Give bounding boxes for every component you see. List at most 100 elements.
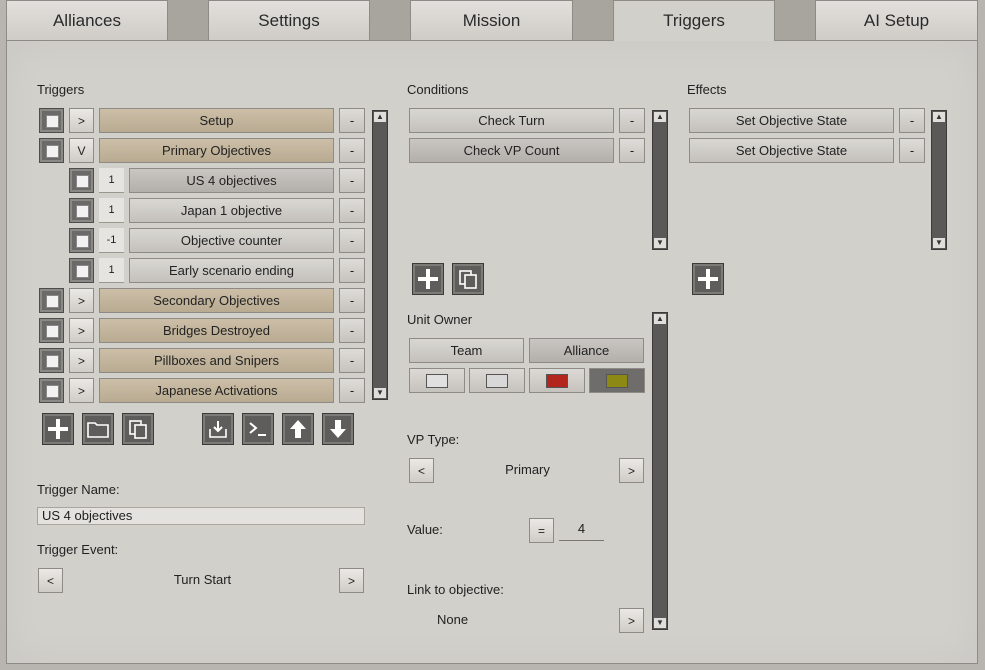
- condition-item[interactable]: Check Turn: [409, 108, 614, 133]
- import-icon: [209, 421, 227, 438]
- trigger-enable-checkbox[interactable]: [69, 258, 94, 283]
- triggers-header: Triggers: [37, 82, 85, 97]
- conditions-scrollbar[interactable]: ▲ ▼: [652, 110, 668, 250]
- trigger-enable-checkbox[interactable]: [69, 168, 94, 193]
- event-next-button[interactable]: >: [339, 568, 364, 593]
- condition-item-selected[interactable]: Check VP Count: [409, 138, 614, 163]
- trigger-event-value: Turn Start: [173, 572, 232, 587]
- terminal-icon: [249, 422, 266, 436]
- trigger-item[interactable]: Pillboxes and Snipers: [99, 348, 334, 373]
- console-button[interactable]: [242, 413, 274, 445]
- trigger-enable-checkbox[interactable]: [39, 138, 64, 163]
- trigger-enable-checkbox[interactable]: [39, 348, 64, 373]
- trigger-remove-button[interactable]: -: [339, 138, 365, 163]
- effects-scrollbar[interactable]: ▲ ▼: [931, 110, 947, 250]
- tab-settings[interactable]: Settings: [208, 0, 370, 40]
- scroll-up-arrow-icon[interactable]: ▲: [374, 112, 386, 122]
- import-button[interactable]: [202, 413, 234, 445]
- trigger-expand-button[interactable]: >: [69, 108, 94, 133]
- trigger-remove-button[interactable]: -: [339, 108, 365, 133]
- add-effect-button[interactable]: [692, 263, 724, 295]
- owner-alliance-button[interactable]: Alliance: [529, 338, 644, 363]
- trigger-name-field[interactable]: US 4 objectives: [37, 507, 365, 525]
- value-field[interactable]: 4: [559, 516, 604, 541]
- copy-icon: [459, 270, 477, 289]
- trigger-item[interactable]: Objective counter: [129, 228, 334, 253]
- scroll-up-arrow-icon[interactable]: ▲: [654, 314, 666, 324]
- copy-condition-button[interactable]: [452, 263, 484, 295]
- scroll-up-arrow-icon[interactable]: ▲: [654, 112, 666, 122]
- trigger-enable-checkbox[interactable]: [39, 288, 64, 313]
- color-swatch: [486, 373, 508, 388]
- color-swatch: [426, 373, 448, 388]
- trigger-remove-button[interactable]: -: [339, 228, 365, 253]
- tab-triggers[interactable]: Triggers: [613, 0, 775, 41]
- copy-icon: [129, 420, 147, 439]
- trigger-expand-button[interactable]: >: [69, 348, 94, 373]
- trigger-item[interactable]: Setup: [99, 108, 334, 133]
- vp-type-prev-button[interactable]: <: [409, 458, 434, 483]
- add-folder-button[interactable]: [82, 413, 114, 445]
- trigger-remove-button[interactable]: -: [339, 168, 365, 193]
- add-trigger-button[interactable]: [42, 413, 74, 445]
- effect-item[interactable]: Set Objective State: [689, 138, 894, 163]
- trigger-enable-checkbox[interactable]: [39, 378, 64, 403]
- condition-remove-button[interactable]: -: [619, 138, 645, 163]
- trigger-item[interactable]: Secondary Objectives: [99, 288, 334, 313]
- trigger-remove-button[interactable]: -: [339, 378, 365, 403]
- trigger-remove-button[interactable]: -: [339, 348, 365, 373]
- trigger-remove-button[interactable]: -: [339, 318, 365, 343]
- move-up-button[interactable]: [282, 413, 314, 445]
- link-objective-next-button[interactable]: >: [619, 608, 644, 633]
- scroll-down-arrow-icon[interactable]: ▼: [933, 238, 945, 248]
- tab-mission[interactable]: Mission: [410, 0, 573, 40]
- triggers-scrollbar[interactable]: ▲ ▼: [372, 110, 388, 400]
- trigger-item-selected[interactable]: US 4 objectives: [129, 168, 334, 193]
- effect-item[interactable]: Set Objective State: [689, 108, 894, 133]
- trigger-enable-checkbox[interactable]: [69, 228, 94, 253]
- condition-remove-button[interactable]: -: [619, 108, 645, 133]
- condition-details-scrollbar[interactable]: ▲ ▼: [652, 312, 668, 630]
- trigger-expand-button[interactable]: >: [69, 288, 94, 313]
- move-down-button[interactable]: [322, 413, 354, 445]
- color-swatch-button-selected[interactable]: [589, 368, 645, 393]
- effects-header: Effects: [687, 82, 727, 97]
- trigger-remove-button[interactable]: -: [339, 258, 365, 283]
- link-objective-label: Link to objective:: [407, 582, 504, 597]
- trigger-item[interactable]: Bridges Destroyed: [99, 318, 334, 343]
- trigger-enable-checkbox[interactable]: [39, 318, 64, 343]
- trigger-count: 1: [99, 168, 124, 193]
- tab-alliances[interactable]: Alliances: [6, 0, 168, 40]
- owner-team-button[interactable]: Team: [409, 338, 524, 363]
- scroll-down-arrow-icon[interactable]: ▼: [654, 238, 666, 248]
- color-swatch-button[interactable]: [409, 368, 465, 393]
- color-swatch-button[interactable]: [529, 368, 585, 393]
- scroll-down-arrow-icon[interactable]: ▼: [654, 618, 666, 628]
- trigger-remove-button[interactable]: -: [339, 288, 365, 313]
- trigger-enable-checkbox[interactable]: [39, 108, 64, 133]
- trigger-remove-button[interactable]: -: [339, 198, 365, 223]
- trigger-item[interactable]: Japan 1 objective: [129, 198, 334, 223]
- effect-remove-button[interactable]: -: [899, 108, 925, 133]
- trigger-item[interactable]: Japanese Activations: [99, 378, 334, 403]
- color-swatch-button[interactable]: [469, 368, 525, 393]
- vp-type-label: VP Type:: [407, 432, 460, 447]
- vp-type-value: Primary: [505, 462, 550, 477]
- trigger-item[interactable]: Primary Objectives: [99, 138, 334, 163]
- arrow-up-icon: [290, 420, 306, 438]
- add-condition-button[interactable]: [412, 263, 444, 295]
- event-prev-button[interactable]: <: [38, 568, 63, 593]
- trigger-expand-button[interactable]: V: [69, 138, 94, 163]
- scroll-up-arrow-icon[interactable]: ▲: [933, 112, 945, 122]
- value-operator-button[interactable]: =: [529, 518, 554, 543]
- trigger-expand-button[interactable]: >: [69, 318, 94, 343]
- trigger-expand-button[interactable]: >: [69, 378, 94, 403]
- trigger-item[interactable]: Early scenario ending: [129, 258, 334, 283]
- tab-ai-setup[interactable]: AI Setup: [815, 0, 978, 40]
- vp-type-next-button[interactable]: >: [619, 458, 644, 483]
- effect-remove-button[interactable]: -: [899, 138, 925, 163]
- scroll-down-arrow-icon[interactable]: ▼: [374, 388, 386, 398]
- folder-icon: [87, 422, 109, 438]
- trigger-enable-checkbox[interactable]: [69, 198, 94, 223]
- copy-trigger-button[interactable]: [122, 413, 154, 445]
